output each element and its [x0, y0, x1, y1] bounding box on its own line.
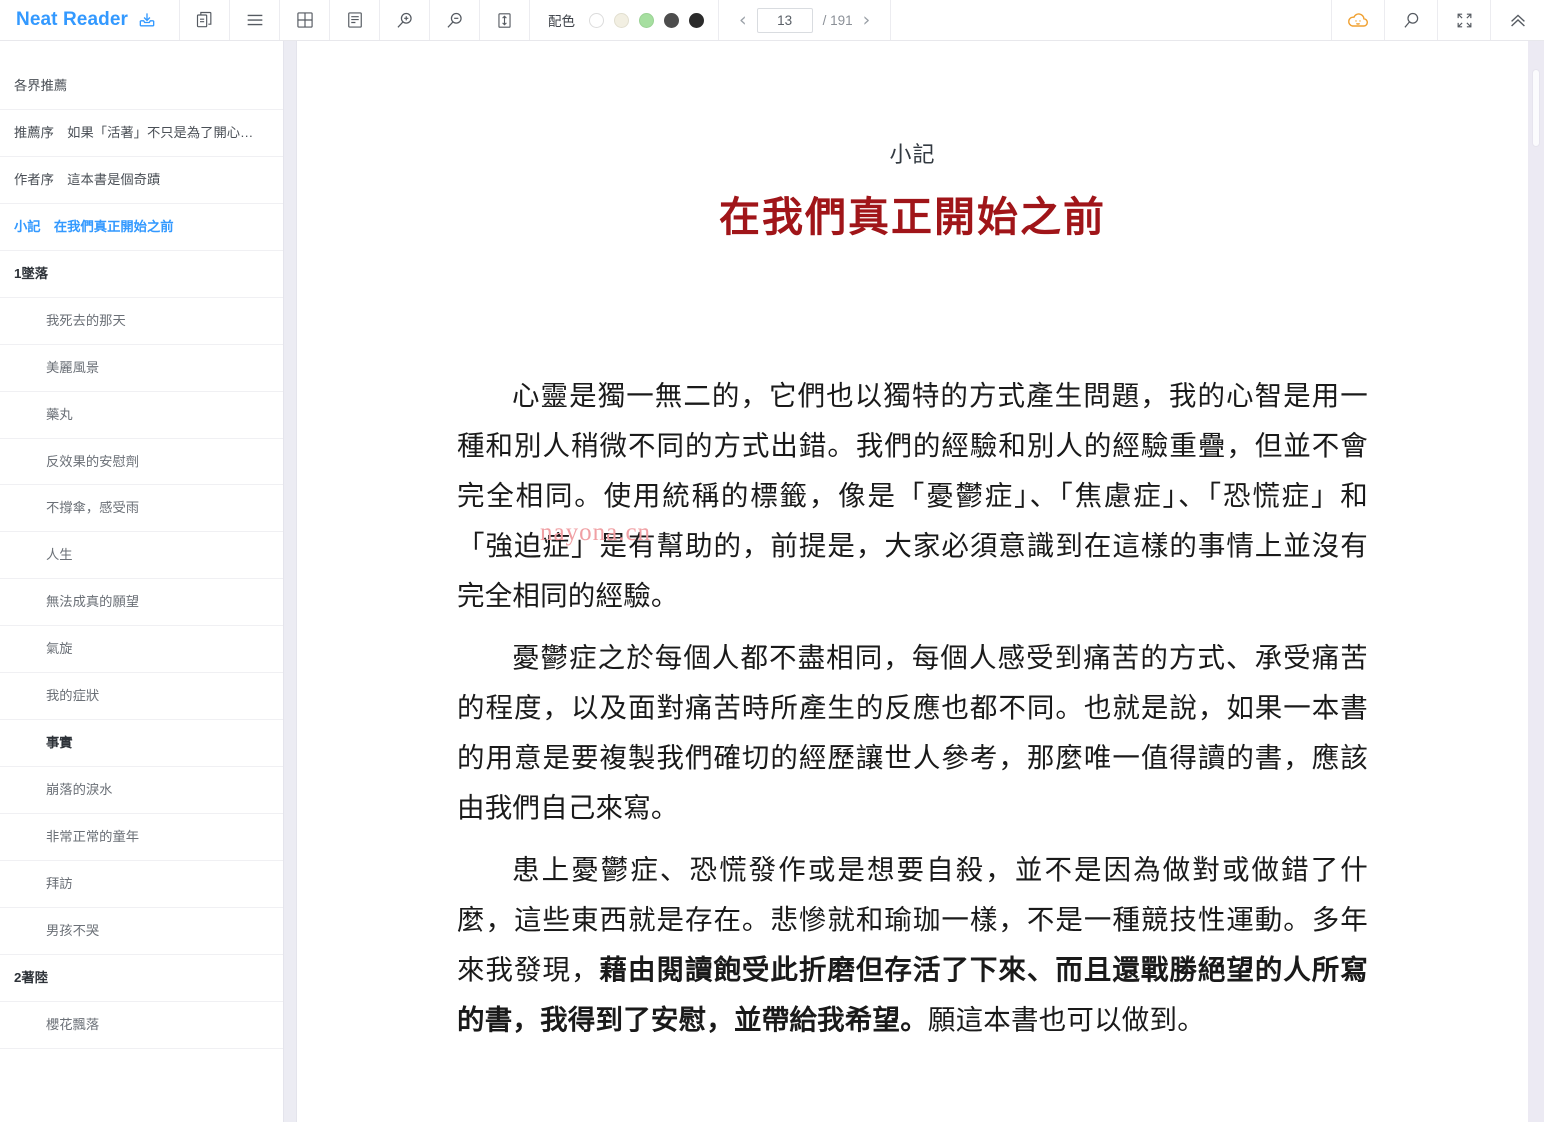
sidebar-item[interactable]: 無法成真的願望	[0, 579, 283, 627]
scheme-green[interactable]	[639, 12, 654, 28]
color-scheme-group: 配色	[530, 0, 719, 40]
sidebar-item[interactable]: 我的症狀	[0, 673, 283, 721]
sidebar-item-label: 人生	[46, 547, 73, 563]
sidebar-item[interactable]: 非常正常的童年	[0, 814, 283, 861]
line-height-icon[interactable]	[480, 0, 530, 40]
sidebar-item[interactable]: 我死去的那天	[0, 298, 283, 345]
page-number-input[interactable]	[756, 7, 813, 33]
sidebar-item[interactable]: 各界推薦	[0, 63, 283, 110]
color-scheme-label: 配色	[548, 14, 575, 29]
sidebar-item-label: 1墜落	[14, 265, 48, 281]
cloud-sync-icon[interactable]	[1332, 0, 1385, 40]
sidebar-item-label: 小記 在我們真正開始之前	[14, 218, 174, 234]
neat-reader-app: Neat Reader 配色 ‹ 13 / 191 › 各界推薦 推薦序 如果「…	[0, 0, 1544, 1122]
top-toolbar: Neat Reader 配色 ‹ 13 / 191 ›	[0, 0, 1544, 41]
brand-logo[interactable]: Neat Reader	[0, 0, 180, 40]
sidebar-item-label: 2著陸	[14, 969, 48, 985]
vertical-scrollbar[interactable]	[1528, 41, 1544, 1122]
body-area: 各界推薦 推薦序 如果「活著」不只是為了開心… 作者序 這本書是個奇蹟 小記 在我們真…	[0, 41, 1544, 1122]
sidebar-item-label: 推薦序 如果「活著」不只是為了開心…	[14, 124, 254, 140]
sidebar-item-label: 藥丸	[46, 406, 73, 422]
paragraph-1: 心靈是獨一無二的，它們也以獨特的方式產生問題，我的心智是用一種和別人稍微不同的方…	[457, 380, 1368, 611]
sidebar-item[interactable]: 推薦序 如果「活著」不只是為了開心…	[0, 110, 283, 157]
sidebar-item-label: 反效果的安慰劑	[46, 453, 140, 469]
scheme-cream[interactable]	[614, 12, 629, 28]
sidebar-item[interactable]: 1墜落	[0, 251, 283, 298]
sidebar-item[interactable]: 櫻花飄落	[0, 1002, 283, 1049]
fullscreen-icon[interactable]	[1438, 0, 1491, 40]
sidebar-item-label: 非常正常的童年	[46, 829, 140, 844]
paragraph-2: 憂鬱症之於每個人都不盡相同，每個人感受到痛苦的方式、承受痛苦的程度，以及面對痛苦…	[457, 642, 1368, 823]
paragraph-3: 患上憂鬱症、恐慌發作或是想要自殺，並不是因為做對或做錯了什麼，這些東西就是存在。…	[457, 845, 1368, 1045]
collapse-up-icon[interactable]	[1491, 0, 1544, 40]
next-page-button[interactable]: ›	[863, 10, 871, 30]
download-tray-icon[interactable]	[137, 10, 157, 30]
pages-copy-icon[interactable]	[180, 0, 230, 40]
scheme-black[interactable]	[689, 12, 704, 28]
sidebar-item-label: 氣旋	[46, 641, 73, 657]
sidebar-item[interactable]: 作者序 這本書是個奇蹟	[0, 157, 283, 204]
page-navigator: ‹ / 191 ›	[719, 0, 892, 40]
sidebar-item-label: 各界推薦	[14, 78, 68, 93]
sidebar-item[interactable]: 事實	[0, 720, 283, 768]
sidebar-item[interactable]: 男孩不哭	[0, 908, 283, 955]
zoom-out-icon[interactable]	[430, 0, 480, 40]
sidebar-item-label: 無法成真的願望	[46, 594, 140, 610]
sidebar-item[interactable]: 不撐傘，感受雨	[0, 485, 283, 533]
sidebar-item-label: 拜訪	[46, 875, 73, 891]
sidebar-item-label: 美麗風景	[46, 359, 100, 375]
toc-sidebar[interactable]: 各界推薦推薦序 如果「活著」不只是為了開心… 作者序 這本書是個奇蹟 小記 在我們真…	[0, 41, 283, 1122]
sidebar-item-label: 我的症狀	[46, 688, 100, 704]
sidebar-item[interactable]: 反效果的安慰劑	[0, 439, 283, 486]
sidebar-item-active[interactable]: 小記 在我們真正開始之前	[0, 204, 283, 251]
sidebar-item[interactable]: 人生	[0, 532, 283, 580]
sidebar-item[interactable]: 氣旋	[0, 626, 283, 674]
sidebar-item-label: 櫻花飄落	[46, 1016, 100, 1032]
grid-layout-icon[interactable]	[280, 0, 330, 40]
sidebar-item-label: 作者序 這本書是個奇蹟	[14, 171, 161, 187]
brand-name: Neat Reader	[16, 9, 128, 30]
chapter-title: 在我們真正開始之前	[719, 194, 1106, 240]
zoom-in-icon[interactable]	[380, 0, 430, 40]
sidebar-item[interactable]: 2著陸	[0, 955, 283, 1002]
sidebar-item[interactable]: 崩落的淚水	[0, 767, 283, 814]
sidebar-item[interactable]: 美麗風景	[0, 345, 283, 392]
sidebar-item-label: 我死去的那天	[46, 312, 126, 328]
paragraph-3-tail: 願這本書也可以做到。	[927, 1004, 1205, 1035]
sidebar-item[interactable]: 拜訪	[0, 861, 283, 908]
sidebar-item-label: 事實	[46, 735, 73, 751]
prev-page-button[interactable]: ‹	[739, 10, 747, 30]
sidebar-item[interactable]: 藥丸	[0, 392, 283, 439]
sidebar-divider	[283, 41, 297, 1122]
toolbar-right-group	[1332, 0, 1544, 40]
scheme-white[interactable]	[589, 12, 604, 28]
search-icon[interactable]	[1385, 0, 1438, 40]
page-total-label: / 191	[822, 12, 853, 28]
sidebar-item-label: 男孩不哭	[46, 922, 100, 938]
reader-pane: 小記 在我們真正開始之前 心靈是獨一無二的，它們也以獨特的方式產生問題，我的心智…	[297, 41, 1528, 1122]
sidebar-item-label: 崩落的淚水	[46, 782, 113, 798]
reader-page: 小記 在我們真正開始之前 心靈是獨一無二的，它們也以獨特的方式產生問題，我的心智…	[297, 41, 1528, 1122]
toolbar-spacer	[891, 0, 1332, 40]
scrollbar-thumb[interactable]	[1532, 69, 1540, 147]
sidebar-item-label: 不撐傘，感受雨	[46, 500, 140, 516]
text-layout-icon[interactable]	[330, 0, 380, 40]
scheme-gray[interactable]	[664, 12, 679, 28]
toc-list-icon[interactable]	[230, 0, 280, 40]
chapter-label: 小記	[889, 142, 936, 167]
